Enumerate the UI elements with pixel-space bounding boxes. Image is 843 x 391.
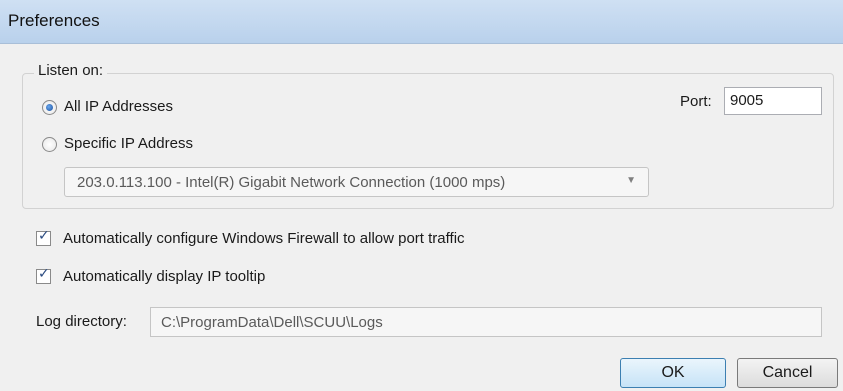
all-ip-addresses-label[interactable]: All IP Addresses <box>64 98 173 115</box>
title-bar: Preferences <box>0 0 843 44</box>
ip-tooltip-checkbox-label[interactable]: Automatically display IP tooltip <box>63 268 265 285</box>
specific-ip-address-label[interactable]: Specific IP Address <box>64 135 193 152</box>
listen-on-legend: Listen on: <box>34 62 108 79</box>
radio-specific-ip-address[interactable] <box>42 137 57 152</box>
ok-button[interactable]: OK <box>620 358 726 388</box>
cancel-button[interactable]: Cancel <box>737 358 838 388</box>
firewall-checkbox-label[interactable]: Automatically configure Windows Firewall… <box>63 230 465 247</box>
checkmark-icon: ✓ <box>38 228 50 244</box>
window-title: Preferences <box>8 11 100 30</box>
log-directory-input[interactable]: C:\ProgramData\Dell\SCUU\Logs <box>150 307 822 337</box>
firewall-checkbox[interactable]: ✓ <box>36 228 51 246</box>
checkmark-icon: ✓ <box>38 266 50 282</box>
log-directory-label: Log directory: <box>36 313 127 330</box>
port-input-value: 9005 <box>730 92 764 109</box>
port-label: Port: <box>680 93 712 110</box>
chevron-down-icon[interactable]: ▼ <box>626 175 636 186</box>
log-directory-value: C:\ProgramData\Dell\SCUU\Logs <box>161 314 383 331</box>
port-input[interactable]: 9005 <box>724 87 822 115</box>
ip-tooltip-checkbox[interactable]: ✓ <box>36 266 51 284</box>
radio-all-ip-addresses[interactable] <box>42 100 57 115</box>
ip-address-select-value: 203.0.113.100 - Intel(R) Gigabit Network… <box>77 174 506 191</box>
ip-address-select[interactable]: 203.0.113.100 - Intel(R) Gigabit Network… <box>64 167 649 197</box>
